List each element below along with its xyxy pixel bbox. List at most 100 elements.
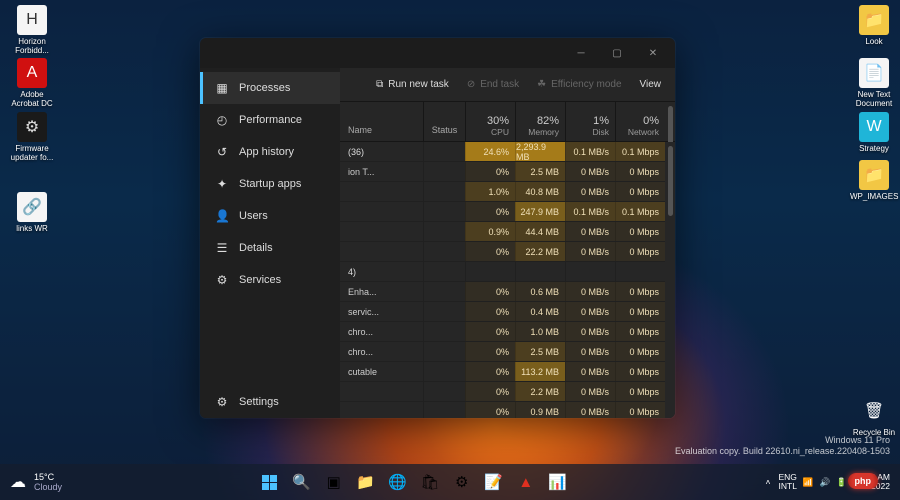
table-row[interactable]: servic... 0%0.4 MB0 MB/s0 Mbps [340, 302, 665, 322]
titlebar[interactable]: ─ ▢ ✕ [200, 38, 675, 68]
desktop-icon-newtxt[interactable]: 📄New Text Document [850, 58, 898, 109]
process-name [340, 402, 423, 418]
sidebar-item-label: Details [239, 242, 273, 254]
cell: 0 Mbps [615, 302, 665, 321]
cell: 0.6 MB [515, 282, 565, 301]
col-status[interactable]: Status [423, 102, 465, 141]
notepad-app[interactable]: 📝 [480, 468, 508, 496]
process-name: ion T... [340, 162, 423, 181]
cell [615, 262, 665, 281]
cell: 0 Mbps [615, 282, 665, 301]
cell: 44.4 MB [515, 222, 565, 241]
newtxt-icon: 📄 [859, 58, 889, 88]
strategy-icon: W [859, 112, 889, 142]
icon-label: Strategy [850, 145, 898, 154]
col-name[interactable]: Name [340, 102, 423, 141]
taskview-button[interactable]: ▣ [320, 468, 348, 496]
process-name: (36) [340, 142, 423, 161]
chevron-up-icon[interactable]: ˄ [766, 477, 771, 487]
status-cell [423, 262, 465, 281]
run-new-task-button[interactable]: ⧉ Run new task [368, 74, 457, 95]
sidebar: ☰ ▦Processes◴Performance↺App history✦Sta… [200, 68, 340, 418]
minimize-button[interactable]: ─ [563, 39, 599, 67]
table-row[interactable]: 0.9%44.4 MB0 MB/s0 Mbps [340, 222, 665, 242]
process-name: servic... [340, 302, 423, 321]
sidebar-item-processes[interactable]: ▦Processes [200, 72, 340, 104]
cell: 24.6% [465, 142, 515, 161]
desktop-icon-recycle[interactable]: 🗑Recycle Bin [850, 396, 898, 438]
taskmanager-app[interactable]: 📊 [544, 468, 572, 496]
explorer-app[interactable]: 📁 [352, 468, 380, 496]
desktop-icon-strategy[interactable]: W Strategy [850, 112, 898, 154]
search-button[interactable]: 🔍 [288, 468, 316, 496]
sidebar-item-startup[interactable]: ✦Startup apps [200, 168, 340, 200]
table-row[interactable]: (36)24.6%2,293.9 MB0.1 MB/s0.1 Mbps [340, 142, 665, 162]
table-row[interactable]: 0%22.2 MB0 MB/s0 Mbps [340, 242, 665, 262]
process-name [340, 202, 423, 221]
process-name [340, 222, 423, 241]
hamburger-icon[interactable]: ☰ [200, 68, 340, 70]
wifi-icon[interactable]: 📶 [803, 477, 814, 488]
cell: 0.4 MB [515, 302, 565, 321]
table-row[interactable]: 0%0.9 MB0 MB/s0 Mbps [340, 402, 665, 418]
table-row[interactable]: chro...0%1.0 MB0 MB/s0 Mbps [340, 322, 665, 342]
table-row[interactable]: chro...0%2.5 MB0 MB/s0 Mbps [340, 342, 665, 362]
details-icon: ☰ [215, 241, 229, 255]
table-row[interactable]: 0%247.9 MB0.1 MB/s0.1 Mbps [340, 202, 665, 222]
sidebar-item-performance[interactable]: ◴Performance [200, 104, 340, 136]
sidebar-item-label: Processes [239, 82, 290, 94]
weather-widget[interactable]: ☁ 15°C Cloudy [0, 472, 62, 492]
cell: 0.9 MB [515, 402, 565, 418]
maximize-button[interactable]: ▢ [599, 39, 635, 67]
status-cell [423, 322, 465, 341]
store-app[interactable]: 🛍 [416, 468, 444, 496]
status-cell [423, 182, 465, 201]
weather-icon: ☁ [10, 472, 26, 492]
sidebar-item-settings[interactable]: ⚙ Settings [200, 386, 340, 418]
col-network[interactable]: 0% Network [615, 102, 665, 141]
cell: 0 MB/s [565, 302, 615, 321]
acrobat-app[interactable]: ▲ [512, 468, 540, 496]
desktop-icon-links[interactable]: 🔗links WR [8, 192, 56, 234]
table-row[interactable]: cutable0%113.2 MB0 MB/s0 Mbps [340, 362, 665, 382]
settings-app[interactable]: ⚙ [448, 468, 476, 496]
desktop-icon-acrobat[interactable]: AAdobe Acrobat DC [8, 58, 56, 109]
start-button[interactable] [256, 468, 284, 496]
desktop-icon-wpimages[interactable]: 📁WP_IMAGES [850, 160, 898, 202]
desktop-icon-horizon[interactable]: HHorizon Forbidd... [8, 5, 56, 56]
desktop-icon-firmware[interactable]: ⚙Firmware updater fo... [8, 112, 56, 163]
volume-icon[interactable]: 🔊 [820, 477, 831, 488]
cell: 0 MB/s [565, 242, 615, 261]
main-panel: ⧉ Run new task ⊘ End task ☘ Efficiency m… [340, 68, 675, 418]
look-icon: 📁 [859, 5, 889, 35]
cell: 0% [465, 162, 515, 181]
sidebar-item-services[interactable]: ⚙Services [200, 264, 340, 296]
col-cpu[interactable]: 30% CPU [465, 102, 515, 141]
table-row[interactable]: 0%2.2 MB0 MB/s0 Mbps [340, 382, 665, 402]
col-memory[interactable]: 82% Memory [515, 102, 565, 141]
sidebar-item-history[interactable]: ↺App history [200, 136, 340, 168]
cell: 0.1 Mbps [615, 142, 665, 161]
table-row[interactable]: ion T...0%2.5 MB0 MB/s0 Mbps [340, 162, 665, 182]
sidebar-item-users[interactable]: 👤Users [200, 200, 340, 232]
edge-app[interactable]: 🌐 [384, 468, 412, 496]
table-row[interactable]: 1.0%40.8 MB0 MB/s0 Mbps [340, 182, 665, 202]
cell: 0% [465, 302, 515, 321]
table-row[interactable]: Enha...0%0.6 MB0 MB/s0 Mbps [340, 282, 665, 302]
status-cell [423, 242, 465, 261]
sidebar-item-details[interactable]: ☰ Details [200, 232, 340, 264]
cell: 0 Mbps [615, 322, 665, 341]
col-disk[interactable]: 1% Disk [565, 102, 615, 141]
process-name [340, 182, 423, 201]
table-row[interactable]: 4) [340, 262, 665, 282]
cell: 0.9% [465, 222, 515, 241]
view-button[interactable]: View [632, 74, 670, 95]
close-button[interactable]: ✕ [635, 39, 671, 67]
icon-label: links WR [8, 225, 56, 234]
scrollbar[interactable] [665, 102, 675, 141]
status-cell [423, 342, 465, 361]
scrollbar[interactable] [665, 142, 675, 418]
battery-icon[interactable]: 🔋 [836, 477, 847, 488]
users-icon: 👤 [215, 209, 229, 223]
desktop-icon-look[interactable]: 📁Look [850, 5, 898, 47]
